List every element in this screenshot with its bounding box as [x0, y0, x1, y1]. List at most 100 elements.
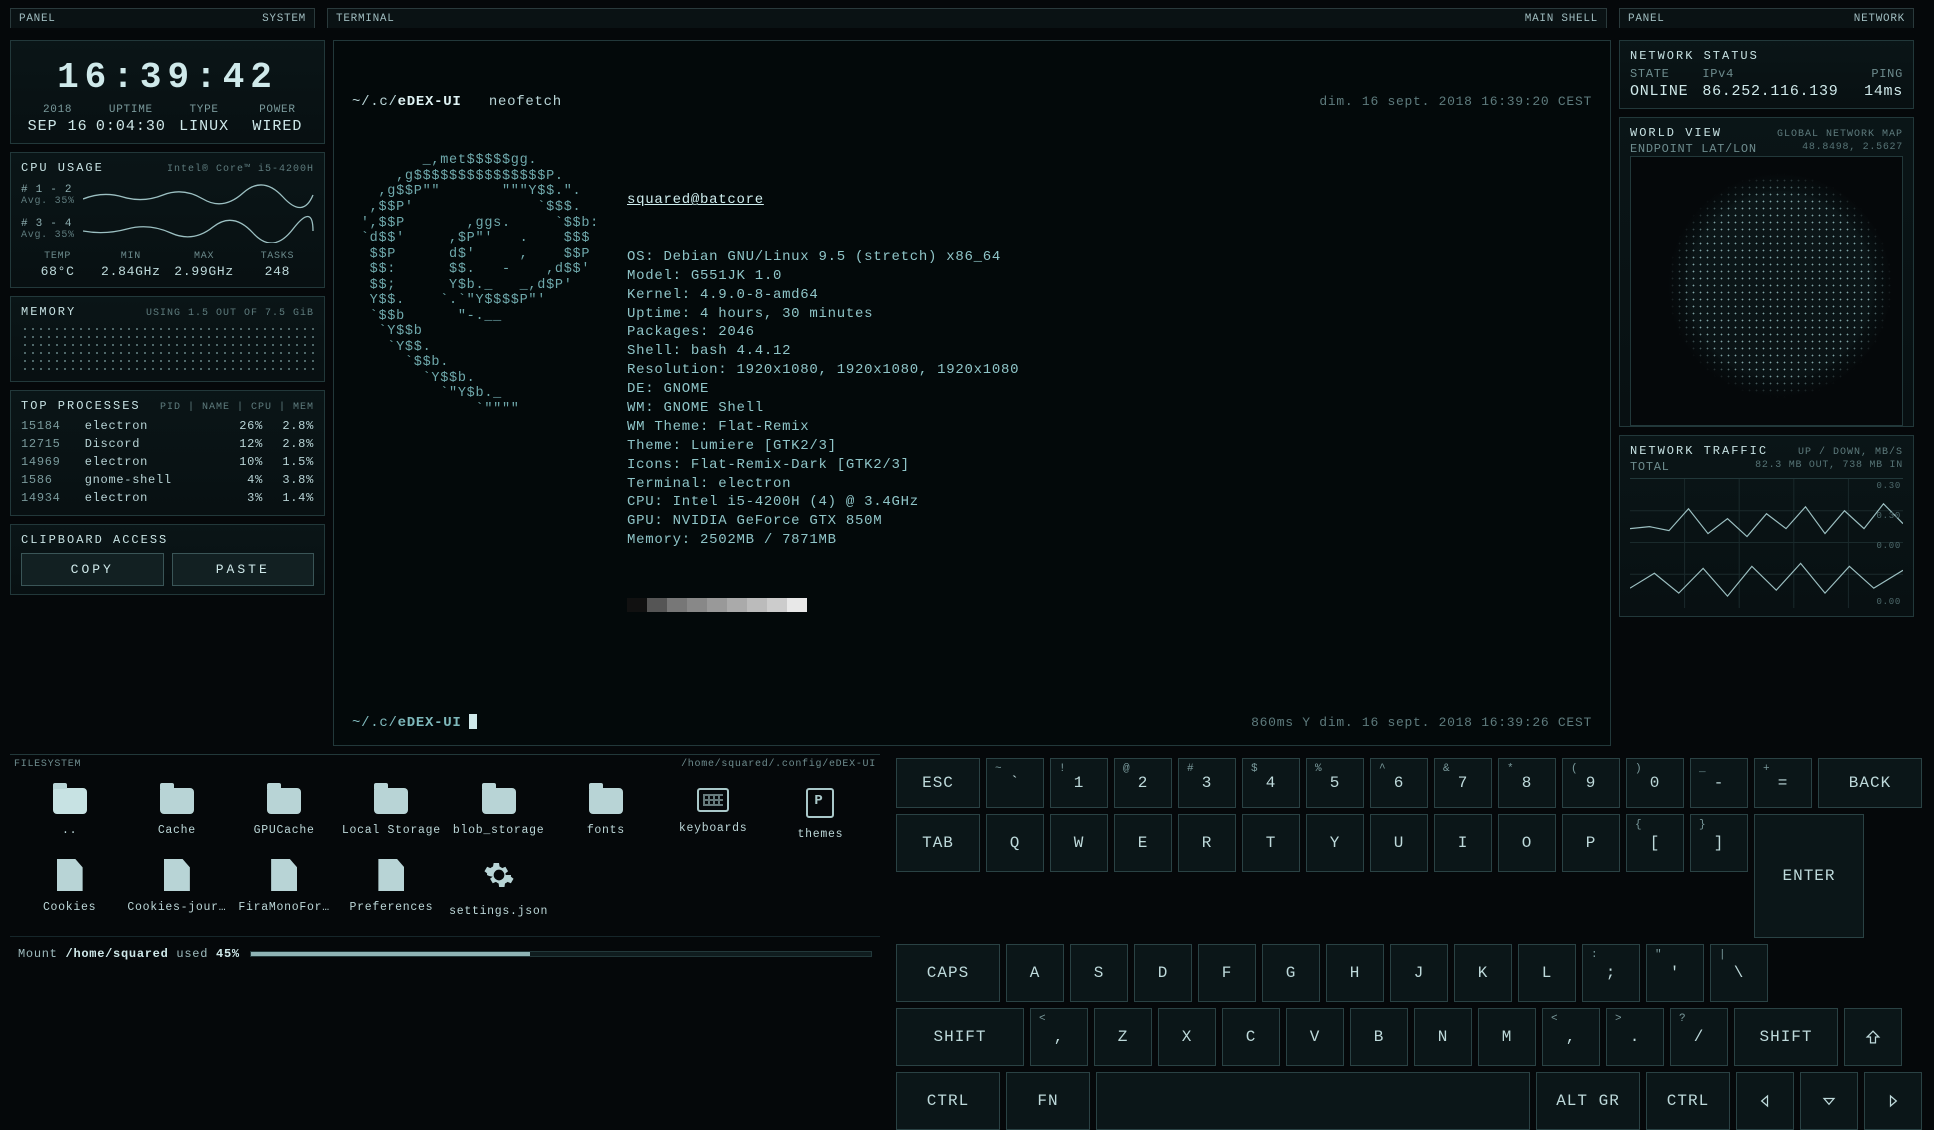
key-down-icon[interactable] — [1800, 1072, 1858, 1130]
fs-item[interactable]: Preferences — [340, 853, 443, 924]
key-back[interactable]: BACK — [1818, 758, 1922, 808]
key-Y[interactable]: Y — [1306, 814, 1364, 872]
key-F[interactable]: F — [1198, 944, 1256, 1002]
fs-item[interactable]: fonts — [554, 782, 657, 847]
key--[interactable]: _- — [1690, 758, 1748, 808]
key-punct[interactable]: >. — [1606, 1008, 1664, 1066]
fs-item[interactable]: FiraMonoFor… — [233, 853, 336, 924]
key-=[interactable]: += — [1754, 758, 1812, 808]
key-shift-l[interactable]: SHIFT — [896, 1008, 1024, 1066]
key-altgr[interactable]: ALT GR — [1536, 1072, 1640, 1130]
key-bracket[interactable]: {[ — [1626, 814, 1684, 872]
key-R[interactable]: R — [1178, 814, 1236, 872]
key-4[interactable]: $4 — [1242, 758, 1300, 808]
key-X[interactable]: X — [1158, 1008, 1216, 1066]
key-T[interactable]: T — [1242, 814, 1300, 872]
key-punct[interactable]: :; — [1582, 944, 1640, 1002]
tab-system[interactable]: PANELSYSTEM — [10, 8, 315, 28]
key-2[interactable]: @2 — [1114, 758, 1172, 808]
key-esc[interactable]: ESC — [896, 758, 980, 808]
key-shift-r[interactable]: SHIFT — [1734, 1008, 1838, 1066]
keyboard-icon — [697, 788, 729, 812]
tab-terminal[interactable]: TERMINALMAIN SHELL — [327, 8, 1607, 28]
tab-row: PANELSYSTEM TERMINALMAIN SHELL PANELNETW… — [10, 8, 1914, 32]
fs-item[interactable]: Cookies — [18, 853, 121, 924]
key-space[interactable] — [1096, 1072, 1530, 1130]
cursor-icon — [469, 714, 477, 729]
key-L[interactable]: L — [1518, 944, 1576, 1002]
key-P[interactable]: P — [1562, 814, 1620, 872]
fs-item[interactable]: GPUCache — [233, 782, 336, 847]
key-5[interactable]: %5 — [1306, 758, 1364, 808]
key-B[interactable]: B — [1350, 1008, 1408, 1066]
fs-item[interactable]: .. — [18, 782, 121, 847]
key-9[interactable]: (9 — [1562, 758, 1620, 808]
key-I[interactable]: I — [1434, 814, 1492, 872]
fs-item[interactable]: Cookies-jour… — [125, 853, 228, 924]
key-J[interactable]: J — [1390, 944, 1448, 1002]
fs-item[interactable]: Cache — [125, 782, 228, 847]
fs-item[interactable]: keyboards — [662, 782, 765, 847]
key-Z[interactable]: Z — [1094, 1008, 1152, 1066]
key-Q[interactable]: Q — [986, 814, 1044, 872]
key-A[interactable]: A — [1006, 944, 1064, 1002]
key-`[interactable]: ~` — [986, 758, 1044, 808]
keyboard: ESC~`!1@2#3$4%5^6&7*8(9)0_-+=BACKTABQWER… — [896, 754, 1922, 1130]
key-N[interactable]: N — [1414, 1008, 1472, 1066]
key-ctrl-r[interactable]: CTRL — [1646, 1072, 1730, 1130]
fs-item[interactable]: Local Storage — [340, 782, 443, 847]
file-icon — [271, 859, 297, 891]
table-row[interactable]: 14969electron10%1.5% — [21, 453, 314, 471]
key-D[interactable]: D — [1134, 944, 1192, 1002]
key-7[interactable]: &7 — [1434, 758, 1492, 808]
key-V[interactable]: V — [1286, 1008, 1344, 1066]
key-punct[interactable]: |\ — [1710, 944, 1768, 1002]
key-8[interactable]: *8 — [1498, 758, 1556, 808]
tab-network[interactable]: PANELNETWORK — [1619, 8, 1914, 28]
folder-icon — [482, 788, 516, 814]
copy-button[interactable]: COPY — [21, 553, 164, 586]
key-G[interactable]: G — [1262, 944, 1320, 1002]
neofetch-output: squared@batcore OS: Debian GNU/Linux 9.5… — [627, 153, 1019, 649]
key-enter[interactable]: ENTER — [1754, 814, 1864, 938]
key-right-icon[interactable] — [1864, 1072, 1922, 1130]
key-fn[interactable]: FN — [1006, 1072, 1090, 1130]
key-3[interactable]: #3 — [1178, 758, 1236, 808]
table-row[interactable]: 15184electron26%2.8% — [21, 417, 314, 435]
key-0[interactable]: )0 — [1626, 758, 1684, 808]
processes-panel: TOP PROCESSESPID | NAME | CPU | MEM 1518… — [10, 390, 325, 516]
folder-icon — [374, 788, 408, 814]
cpu-spark-1 — [83, 181, 314, 209]
key-tab[interactable]: TAB — [896, 814, 980, 872]
table-row[interactable]: 14934electron3%1.4% — [21, 489, 314, 507]
key-bracket[interactable]: }] — [1690, 814, 1748, 872]
key-ctrl-l[interactable]: CTRL — [896, 1072, 1000, 1130]
key-left-icon[interactable] — [1736, 1072, 1794, 1130]
key-S[interactable]: S — [1070, 944, 1128, 1002]
network-status-panel: NETWORK STATUS STATEIPv4PING ONLINE86.25… — [1619, 40, 1914, 109]
key-6[interactable]: ^6 — [1370, 758, 1428, 808]
paste-button[interactable]: PASTE — [172, 553, 315, 586]
key-E[interactable]: E — [1114, 814, 1172, 872]
fs-item[interactable]: blob_storage — [447, 782, 550, 847]
key-punct[interactable]: <, — [1542, 1008, 1600, 1066]
key-lt[interactable]: <, — [1030, 1008, 1088, 1066]
key-caps[interactable]: CAPS — [896, 944, 1000, 1002]
key-punct[interactable]: ?/ — [1670, 1008, 1728, 1066]
key-W[interactable]: W — [1050, 814, 1108, 872]
key-M[interactable]: M — [1478, 1008, 1536, 1066]
key-punct[interactable]: "' — [1646, 944, 1704, 1002]
key-1[interactable]: !1 — [1050, 758, 1108, 808]
key-O[interactable]: O — [1498, 814, 1556, 872]
key-C[interactable]: C — [1222, 1008, 1280, 1066]
fs-item[interactable]: settings.json — [447, 853, 550, 924]
key-up-icon[interactable] — [1844, 1008, 1902, 1066]
key-K[interactable]: K — [1454, 944, 1512, 1002]
folder-icon — [589, 788, 623, 814]
key-H[interactable]: H — [1326, 944, 1384, 1002]
table-row[interactable]: 12715Discord12%2.8% — [21, 435, 314, 453]
table-row[interactable]: 1586gnome-shell4%3.8% — [21, 471, 314, 489]
fs-item[interactable]: themes — [769, 782, 872, 847]
terminal[interactable]: ~/.c/eDEX-UI neofetch dim. 16 sept. 2018… — [333, 40, 1611, 746]
key-U[interactable]: U — [1370, 814, 1428, 872]
